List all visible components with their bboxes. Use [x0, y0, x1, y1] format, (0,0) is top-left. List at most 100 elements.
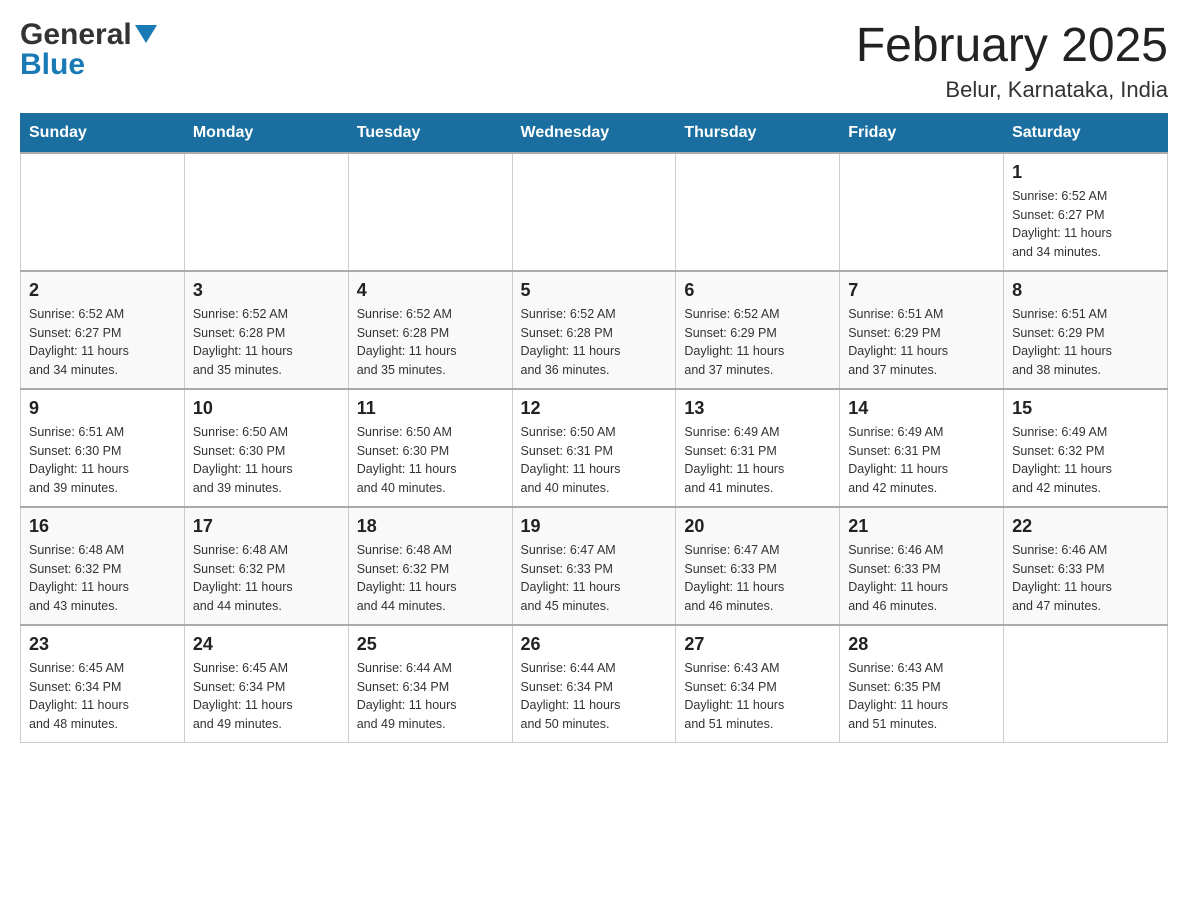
calendar-cell	[21, 153, 185, 271]
day-info: Sunrise: 6:51 AM Sunset: 6:29 PM Dayligh…	[1012, 305, 1159, 380]
logo-blue-text: Blue	[20, 48, 85, 81]
day-number: 17	[193, 516, 340, 537]
col-friday: Friday	[840, 113, 1004, 153]
calendar-cell	[1004, 625, 1168, 743]
day-info: Sunrise: 6:46 AM Sunset: 6:33 PM Dayligh…	[848, 541, 995, 616]
day-number: 10	[193, 398, 340, 419]
calendar-cell: 10 Sunrise: 6:50 AM Sunset: 6:30 PM Dayli…	[184, 389, 348, 507]
title-area: February 2025 Belur, Karnataka, India	[856, 20, 1168, 103]
day-info: Sunrise: 6:50 AM Sunset: 6:30 PM Dayligh…	[193, 423, 340, 498]
week-row-1: 1Sunrise: 6:52 AM Sunset: 6:27 PM Daylig…	[21, 153, 1168, 271]
day-number: 24	[193, 634, 340, 655]
day-info: Sunrise: 6:47 AM Sunset: 6:33 PM Dayligh…	[684, 541, 831, 616]
day-number: 27	[684, 634, 831, 655]
calendar-cell: 8 Sunrise: 6:51 AM Sunset: 6:29 PM Daylig…	[1004, 271, 1168, 389]
day-info: Sunrise: 6:52 AM Sunset: 6:27 PM Dayligh…	[29, 305, 176, 380]
calendar-cell: 17 Sunrise: 6:48 AM Sunset: 6:32 PM Dayli…	[184, 507, 348, 625]
col-monday: Monday	[184, 113, 348, 153]
day-info: Sunrise: 6:51 AM Sunset: 6:29 PM Dayligh…	[848, 305, 995, 380]
day-info: Sunrise: 6:44 AM Sunset: 6:34 PM Dayligh…	[357, 659, 504, 734]
calendar-cell: 15 Sunrise: 6:49 AM Sunset: 6:32 PM Dayli…	[1004, 389, 1168, 507]
calendar-cell: 9 Sunrise: 6:51 AM Sunset: 6:30 PM Daylig…	[21, 389, 185, 507]
calendar-cell: 7 Sunrise: 6:51 AM Sunset: 6:29 PM Daylig…	[840, 271, 1004, 389]
day-number: 12	[521, 398, 668, 419]
calendar-cell: 14 Sunrise: 6:49 AM Sunset: 6:31 PM Dayli…	[840, 389, 1004, 507]
calendar-cell: 27 Sunrise: 6:43 AM Sunset: 6:34 PM Dayli…	[676, 625, 840, 743]
day-number: 1	[1012, 162, 1159, 183]
col-saturday: Saturday	[1004, 113, 1168, 153]
day-info: Sunrise: 6:47 AM Sunset: 6:33 PM Dayligh…	[521, 541, 668, 616]
calendar-cell: 6 Sunrise: 6:52 AM Sunset: 6:29 PM Daylig…	[676, 271, 840, 389]
day-info: Sunrise: 6:52 AM Sunset: 6:28 PM Dayligh…	[357, 305, 504, 380]
logo: General Blue	[20, 20, 157, 80]
week-row-2: 2 Sunrise: 6:52 AM Sunset: 6:27 PM Daylig…	[21, 271, 1168, 389]
day-info: Sunrise: 6:43 AM Sunset: 6:34 PM Dayligh…	[684, 659, 831, 734]
day-info: Sunrise: 6:52 AM Sunset: 6:28 PM Dayligh…	[193, 305, 340, 380]
day-number: 11	[357, 398, 504, 419]
day-info: Sunrise: 6:50 AM Sunset: 6:31 PM Dayligh…	[521, 423, 668, 498]
day-info: Sunrise: 6:51 AM Sunset: 6:30 PM Dayligh…	[29, 423, 176, 498]
logo-arrow-icon	[135, 25, 157, 47]
day-number: 23	[29, 634, 176, 655]
calendar-cell: 28Sunrise: 6:43 AM Sunset: 6:35 PM Dayli…	[840, 625, 1004, 743]
day-number: 13	[684, 398, 831, 419]
calendar-cell: 12 Sunrise: 6:50 AM Sunset: 6:31 PM Dayli…	[512, 389, 676, 507]
month-title: February 2025	[856, 20, 1168, 73]
day-info: Sunrise: 6:50 AM Sunset: 6:30 PM Dayligh…	[357, 423, 504, 498]
day-info: Sunrise: 6:52 AM Sunset: 6:28 PM Dayligh…	[521, 305, 668, 380]
day-info: Sunrise: 6:52 AM Sunset: 6:29 PM Dayligh…	[684, 305, 831, 380]
day-number: 14	[848, 398, 995, 419]
calendar-cell	[676, 153, 840, 271]
page-header: General Blue February 2025 Belur, Karnat…	[20, 20, 1168, 103]
col-thursday: Thursday	[676, 113, 840, 153]
day-number: 19	[521, 516, 668, 537]
week-row-3: 9 Sunrise: 6:51 AM Sunset: 6:30 PM Daylig…	[21, 389, 1168, 507]
calendar-cell: 19 Sunrise: 6:47 AM Sunset: 6:33 PM Dayli…	[512, 507, 676, 625]
day-info: Sunrise: 6:46 AM Sunset: 6:33 PM Dayligh…	[1012, 541, 1159, 616]
calendar-cell: 20Sunrise: 6:47 AM Sunset: 6:33 PM Dayli…	[676, 507, 840, 625]
week-row-5: 23 Sunrise: 6:45 AM Sunset: 6:34 PM Dayli…	[21, 625, 1168, 743]
col-sunday: Sunday	[21, 113, 185, 153]
calendar-cell: 23 Sunrise: 6:45 AM Sunset: 6:34 PM Dayli…	[21, 625, 185, 743]
location-text: Belur, Karnataka, India	[856, 77, 1168, 103]
calendar-cell: 11 Sunrise: 6:50 AM Sunset: 6:30 PM Dayli…	[348, 389, 512, 507]
day-number: 2	[29, 280, 176, 301]
calendar-cell	[512, 153, 676, 271]
day-number: 9	[29, 398, 176, 419]
day-number: 26	[521, 634, 668, 655]
day-number: 5	[521, 280, 668, 301]
day-number: 3	[193, 280, 340, 301]
calendar-cell: 18 Sunrise: 6:48 AM Sunset: 6:32 PM Dayli…	[348, 507, 512, 625]
day-info: Sunrise: 6:43 AM Sunset: 6:35 PM Dayligh…	[848, 659, 995, 734]
logo-general-text: General	[20, 20, 132, 50]
day-number: 16	[29, 516, 176, 537]
calendar-cell: 4 Sunrise: 6:52 AM Sunset: 6:28 PM Daylig…	[348, 271, 512, 389]
calendar-table: Sunday Monday Tuesday Wednesday Thursday…	[20, 113, 1168, 743]
calendar-cell: 26Sunrise: 6:44 AM Sunset: 6:34 PM Dayli…	[512, 625, 676, 743]
calendar-cell: 21 Sunrise: 6:46 AM Sunset: 6:33 PM Dayli…	[840, 507, 1004, 625]
day-number: 18	[357, 516, 504, 537]
day-number: 7	[848, 280, 995, 301]
day-info: Sunrise: 6:49 AM Sunset: 6:31 PM Dayligh…	[848, 423, 995, 498]
day-number: 6	[684, 280, 831, 301]
calendar-header-row: Sunday Monday Tuesday Wednesday Thursday…	[21, 113, 1168, 153]
day-number: 4	[357, 280, 504, 301]
day-number: 8	[1012, 280, 1159, 301]
calendar-cell: 13 Sunrise: 6:49 AM Sunset: 6:31 PM Dayli…	[676, 389, 840, 507]
day-info: Sunrise: 6:45 AM Sunset: 6:34 PM Dayligh…	[193, 659, 340, 734]
calendar-cell: 3 Sunrise: 6:52 AM Sunset: 6:28 PM Daylig…	[184, 271, 348, 389]
calendar-cell: 24 Sunrise: 6:45 AM Sunset: 6:34 PM Dayli…	[184, 625, 348, 743]
day-info: Sunrise: 6:48 AM Sunset: 6:32 PM Dayligh…	[357, 541, 504, 616]
calendar-cell: 22 Sunrise: 6:46 AM Sunset: 6:33 PM Dayli…	[1004, 507, 1168, 625]
day-info: Sunrise: 6:45 AM Sunset: 6:34 PM Dayligh…	[29, 659, 176, 734]
col-wednesday: Wednesday	[512, 113, 676, 153]
day-number: 15	[1012, 398, 1159, 419]
day-info: Sunrise: 6:49 AM Sunset: 6:31 PM Dayligh…	[684, 423, 831, 498]
week-row-4: 16 Sunrise: 6:48 AM Sunset: 6:32 PM Dayli…	[21, 507, 1168, 625]
day-info: Sunrise: 6:48 AM Sunset: 6:32 PM Dayligh…	[29, 541, 176, 616]
col-tuesday: Tuesday	[348, 113, 512, 153]
day-info: Sunrise: 6:49 AM Sunset: 6:32 PM Dayligh…	[1012, 423, 1159, 498]
day-info: Sunrise: 6:48 AM Sunset: 6:32 PM Dayligh…	[193, 541, 340, 616]
day-number: 22	[1012, 516, 1159, 537]
day-number: 21	[848, 516, 995, 537]
